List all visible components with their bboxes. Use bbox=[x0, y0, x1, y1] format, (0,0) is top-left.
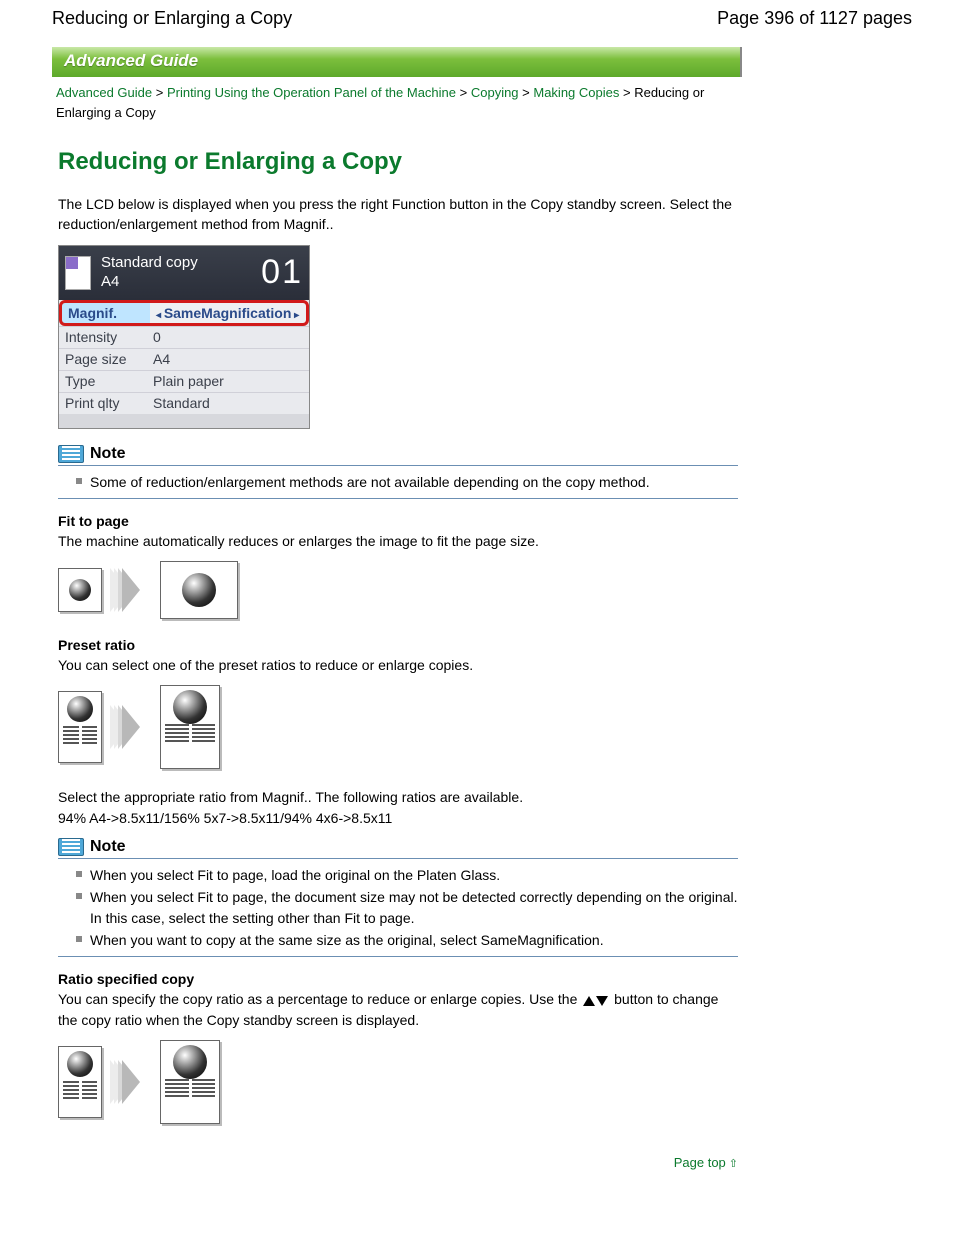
note-item: Some of reduction/enlargement methods ar… bbox=[76, 472, 738, 492]
page-header: Reducing or Enlarging a Copy Page 396 of… bbox=[52, 8, 912, 29]
note-icon bbox=[58, 838, 84, 856]
globe-icon bbox=[69, 579, 91, 601]
fit-to-page-heading: Fit to page bbox=[58, 513, 738, 529]
note-item: When you select Fit to page, the documen… bbox=[76, 887, 738, 928]
lcd-mode: Standard copy bbox=[101, 254, 261, 273]
note-item: When you want to copy at the same size a… bbox=[76, 930, 738, 950]
globe-icon bbox=[173, 1045, 207, 1079]
ratio-specified-heading: Ratio specified copy bbox=[58, 971, 738, 987]
breadcrumb: Advanced Guide > Printing Using the Oper… bbox=[56, 83, 746, 122]
intro-text: The LCD below is displayed when you pres… bbox=[58, 194, 738, 235]
note-title: Note bbox=[90, 445, 126, 463]
crumb-printing[interactable]: Printing Using the Operation Panel of th… bbox=[167, 85, 456, 100]
ratio-specified-text: You can specify the copy ratio as a perc… bbox=[58, 989, 738, 1030]
crumb-making-copies[interactable]: Making Copies bbox=[533, 85, 619, 100]
fit-illustration bbox=[58, 561, 738, 619]
preset-ratio-values: 94% A4->8.5x11/156% 5x7->8.5x11/94% 4x6-… bbox=[58, 808, 738, 828]
globe-icon bbox=[173, 690, 207, 724]
header-title: Reducing or Enlarging a Copy bbox=[52, 8, 292, 29]
up-down-button-icon bbox=[583, 996, 608, 1006]
header-page-count: Page 396 of 1127 pages bbox=[717, 8, 912, 29]
globe-icon bbox=[182, 573, 216, 607]
document-icon bbox=[65, 256, 91, 290]
lcd-copy-count: 01 bbox=[261, 253, 303, 292]
guide-banner: Advanced Guide bbox=[52, 47, 742, 77]
note-item: When you select Fit to page, load the or… bbox=[76, 865, 738, 885]
note-icon bbox=[58, 445, 84, 463]
arrow-right-icon bbox=[122, 568, 140, 612]
preset-ratio-instruction: Select the appropriate ratio from Magnif… bbox=[58, 787, 738, 807]
preset-ratio-heading: Preset ratio bbox=[58, 637, 738, 653]
lcd-size: A4 bbox=[101, 273, 261, 292]
globe-icon bbox=[67, 696, 93, 722]
globe-icon bbox=[67, 1051, 93, 1077]
lcd-row-quality: Print qlty Standard bbox=[59, 392, 309, 414]
preset-illustration bbox=[58, 685, 738, 769]
ratio-illustration bbox=[58, 1040, 738, 1124]
preset-ratio-text: You can select one of the preset ratios … bbox=[58, 655, 738, 675]
arrow-right-icon bbox=[122, 1060, 140, 1104]
note-title: Note bbox=[90, 838, 126, 856]
lcd-row-intensity: Intensity 0 bbox=[59, 326, 309, 348]
note-block-1: Note Some of reduction/enlargement metho… bbox=[58, 445, 738, 499]
page-top-link[interactable]: Page top⇧ bbox=[674, 1155, 738, 1170]
note-block-2: Note When you select Fit to page, load t… bbox=[58, 838, 738, 957]
page-title: Reducing or Enlarging a Copy bbox=[58, 148, 738, 176]
lcd-screenshot: Standard copy A4 01 Magnif. SameMagnific… bbox=[58, 245, 310, 429]
crumb-advanced-guide[interactable]: Advanced Guide bbox=[56, 85, 152, 100]
arrow-right-icon bbox=[122, 705, 140, 749]
fit-to-page-text: The machine automatically reduces or enl… bbox=[58, 531, 738, 551]
lcd-row-pagesize: Page size A4 bbox=[59, 348, 309, 370]
page-top-link-container: Page top⇧ bbox=[58, 1154, 738, 1170]
lcd-row-magnif: Magnif. SameMagnification bbox=[59, 300, 309, 326]
lcd-row-type: Type Plain paper bbox=[59, 370, 309, 392]
crumb-copying[interactable]: Copying bbox=[471, 85, 519, 100]
